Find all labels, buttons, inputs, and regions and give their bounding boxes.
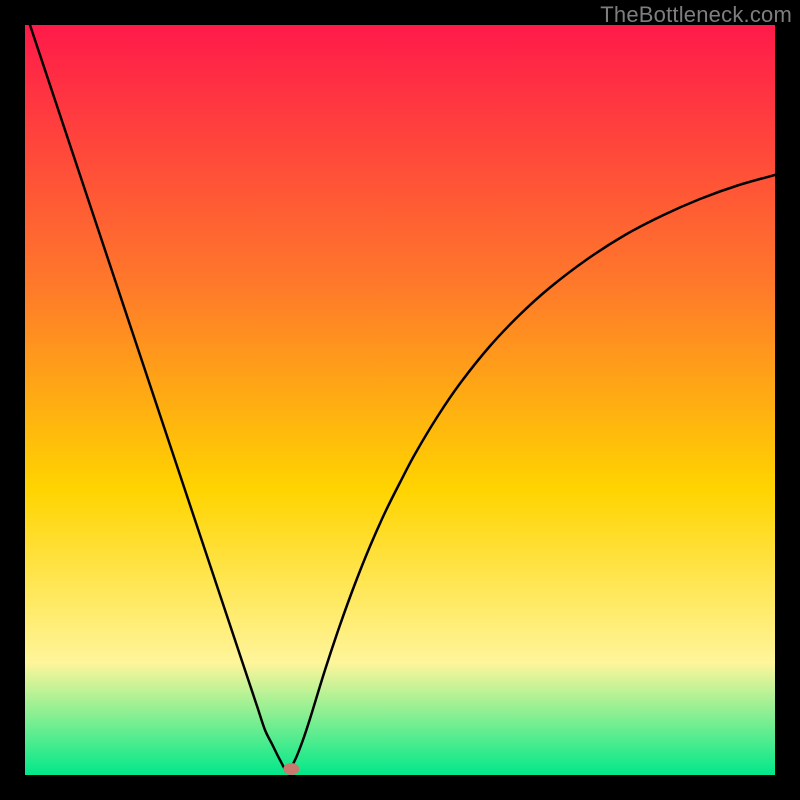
watermark-text: TheBottleneck.com — [600, 2, 792, 28]
gradient-background — [25, 25, 775, 775]
plot-area — [25, 25, 775, 775]
minimum-marker — [283, 763, 299, 775]
chart-frame: TheBottleneck.com — [0, 0, 800, 800]
chart-canvas — [25, 25, 775, 775]
